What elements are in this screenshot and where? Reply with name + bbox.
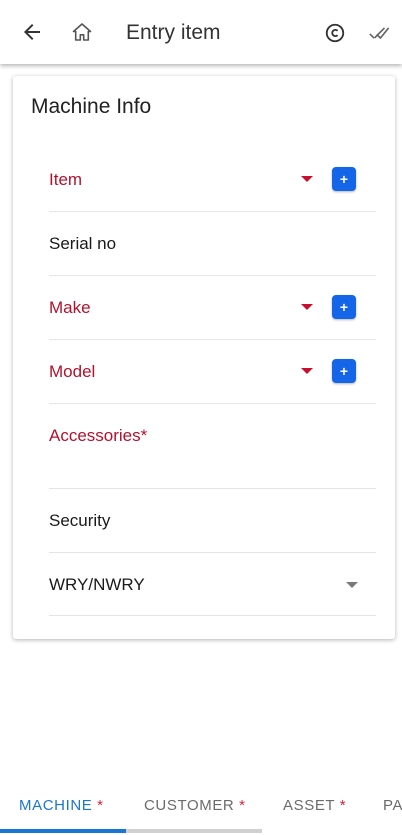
item-label: Item bbox=[49, 170, 83, 189]
model-field[interactable]: Model + bbox=[49, 339, 376, 404]
warranty-label: WRY/NWRY bbox=[49, 575, 145, 594]
tab-partial-label: PA bbox=[383, 797, 402, 814]
required-mark: * bbox=[239, 797, 246, 814]
machine-info-card: Machine Info Item + Serial no Make + Mod… bbox=[13, 76, 395, 639]
tab-asset[interactable]: ASSET * bbox=[283, 797, 346, 814]
done-all-icon[interactable] bbox=[366, 20, 392, 46]
warranty-select[interactable]: WRY/NWRY bbox=[49, 552, 376, 616]
card-title: Machine Info bbox=[31, 95, 152, 118]
model-label: Model bbox=[49, 362, 96, 381]
home-icon[interactable] bbox=[68, 18, 96, 46]
app-bar: Entry item bbox=[0, 0, 402, 64]
tab-partial[interactable]: PA bbox=[383, 797, 402, 814]
accessories-field[interactable]: Accessories* bbox=[49, 403, 376, 489]
security-label: Security bbox=[49, 511, 111, 530]
serial-no-field[interactable]: Serial no bbox=[49, 211, 376, 276]
tab-machine[interactable]: MACHINE * bbox=[19, 797, 104, 814]
tab-machine-label: MACHINE bbox=[19, 797, 93, 814]
add-make-button[interactable]: + bbox=[332, 295, 356, 319]
accessories-label: Accessories* bbox=[49, 426, 148, 445]
make-dropdown-icon[interactable] bbox=[301, 304, 313, 310]
tab-customer[interactable]: CUSTOMER * bbox=[144, 797, 246, 814]
warranty-dropdown-icon[interactable] bbox=[346, 582, 358, 588]
item-dropdown-icon[interactable] bbox=[301, 176, 313, 182]
model-dropdown-icon[interactable] bbox=[301, 368, 313, 374]
tab-asset-label: ASSET bbox=[283, 797, 335, 814]
add-model-button[interactable]: + bbox=[332, 359, 356, 383]
required-mark: * bbox=[97, 797, 104, 814]
copyright-icon[interactable] bbox=[322, 20, 348, 46]
page-title: Entry item bbox=[126, 21, 221, 44]
make-label: Make bbox=[49, 298, 91, 317]
tab-customer-label: CUSTOMER bbox=[144, 797, 235, 814]
add-item-button[interactable]: + bbox=[332, 167, 356, 191]
active-tab-indicator bbox=[0, 829, 126, 833]
security-field[interactable]: Security bbox=[49, 488, 376, 553]
make-field[interactable]: Make + bbox=[49, 275, 376, 340]
required-mark: * bbox=[339, 797, 347, 814]
item-field[interactable]: Item + bbox=[49, 147, 376, 212]
arrow-back-icon[interactable] bbox=[18, 18, 46, 46]
serial-no-label: Serial no bbox=[49, 234, 117, 253]
bottom-tab-bar: MACHINE * CUSTOMER * ASSET * PA bbox=[0, 778, 402, 835]
